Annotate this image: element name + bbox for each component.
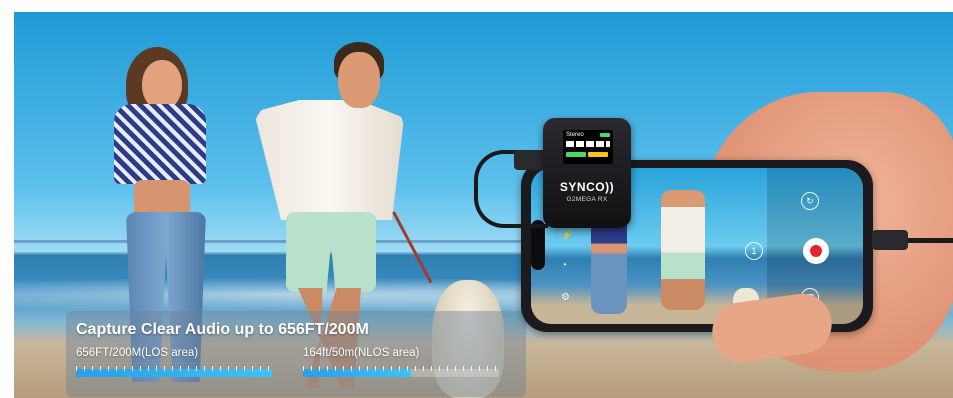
record-button[interactable]: [803, 238, 829, 264]
preview-man: [661, 190, 705, 310]
los-range-label: 656FT/200M(LOS area): [76, 347, 199, 359]
dog-leash: [392, 211, 433, 284]
los-range-bar: [76, 366, 272, 382]
man-shirt: [254, 100, 404, 220]
level-meter-right: [588, 152, 608, 157]
level-meter-left: [566, 152, 586, 157]
channel-indicators: [566, 141, 610, 147]
receiver-model: G2MEGA RX: [566, 196, 608, 203]
signal-icon: )): [605, 180, 615, 194]
speed-icon[interactable]: 1: [745, 242, 763, 260]
nlos-range-bar: [303, 366, 499, 382]
timer-icon[interactable]: ◔: [561, 260, 567, 271]
headline: Capture Clear Audio up to 656FT/200M: [76, 321, 369, 338]
man-face: [338, 52, 380, 108]
wireless-receiver: Stereo SYNCO)) G2MEGA RX: [543, 118, 631, 228]
battery-icon: [600, 133, 610, 137]
receiver-display: Stereo: [563, 130, 613, 164]
nlos-range-label: 164ft/50m(NLOS area): [303, 347, 420, 359]
settings-icon[interactable]: ⚙: [561, 292, 570, 303]
woman-face: [142, 60, 182, 110]
flip-camera-icon[interactable]: ↻: [801, 192, 819, 210]
nlos-range-ticks: [303, 366, 499, 371]
los-range-ticks: [76, 366, 272, 371]
receiver-mode-text: Stereo: [566, 132, 584, 138]
receiver-brand: SYNCO)): [559, 180, 615, 194]
range-caption-panel: Capture Clear Audio up to 656FT/200M 656…: [66, 311, 526, 397]
flash-icon[interactable]: ⚡: [561, 230, 573, 241]
usb-c-plug-phone: [872, 230, 908, 250]
woman-top: [114, 104, 206, 184]
